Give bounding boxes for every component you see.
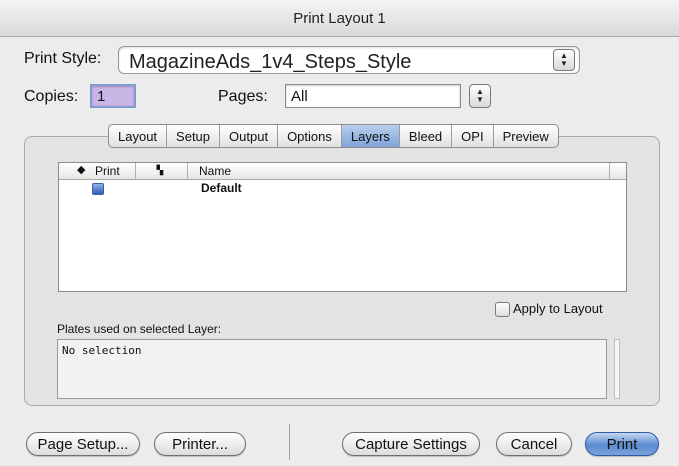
cancel-button[interactable]: Cancel — [496, 432, 572, 456]
plates-label: Plates used on selected Layer: — [57, 322, 222, 336]
print-style-value: MagazineAds_1v4_Steps_Style — [129, 51, 412, 73]
tab-opi[interactable]: OPI — [452, 125, 494, 147]
printer-button[interactable]: Printer... — [154, 432, 246, 456]
column-print[interactable]: Print — [95, 164, 120, 178]
tab-options[interactable]: Options — [278, 125, 342, 147]
cancel-label: Cancel — [510, 435, 558, 453]
tab-label: Output — [229, 128, 269, 144]
printer-label: Printer... — [172, 435, 228, 453]
tab-label: Layout — [118, 128, 158, 144]
column-divider — [135, 163, 136, 179]
tab-layout[interactable]: Layout — [109, 125, 168, 147]
page-setup-label: Page Setup... — [37, 435, 129, 453]
sort-arrows-icon[interactable]: ◆ — [77, 163, 85, 176]
column-divider — [609, 163, 610, 179]
copies-value: 1 — [97, 87, 106, 105]
window-titlebar: Print Layout 1 — [0, 0, 679, 37]
capture-settings-button[interactable]: Capture Settings — [342, 432, 480, 456]
column-divider — [187, 163, 188, 179]
pages-label: Pages: — [218, 88, 268, 105]
print-style-arrows-icon: ▲ ▼ — [553, 49, 575, 71]
tab-setup[interactable]: Setup — [167, 125, 221, 147]
tab-label: Layers — [350, 128, 390, 144]
pages-value: All — [291, 87, 308, 105]
tab-label: Options — [287, 128, 332, 144]
layer-name[interactable]: Default — [201, 181, 242, 195]
tab-output[interactable]: Output — [220, 125, 279, 147]
apply-to-layout-label: Apply to Layout — [513, 301, 603, 316]
layers-table-header: ◆ Print ▝▖ Name — [59, 163, 626, 180]
button-divider — [289, 424, 290, 460]
tab-label: Setup — [176, 128, 211, 144]
layer-print-checkbox[interactable] — [92, 183, 104, 195]
plates-scrollbar[interactable] — [614, 339, 620, 399]
print-style-label: Print Style: — [24, 50, 102, 67]
pages-field[interactable]: All — [285, 84, 461, 108]
copies-field[interactable]: 1 — [90, 84, 136, 108]
column-name[interactable]: Name — [199, 164, 231, 178]
print-label: Print — [606, 435, 638, 453]
tab-label: Preview — [502, 128, 549, 144]
keep-runaround-icon[interactable]: ▝▖ — [153, 165, 167, 176]
capture-settings-label: Capture Settings — [355, 435, 467, 453]
plates-list[interactable]: No selection — [57, 339, 607, 399]
layers-table[interactable]: ◆ Print ▝▖ Name Default — [58, 162, 627, 292]
plates-value: No selection — [62, 344, 142, 357]
tab-bar: Layout Setup Output Options Layers Bleed… — [108, 124, 559, 148]
tab-label: OPI — [461, 128, 484, 144]
print-button[interactable]: Print — [585, 432, 659, 456]
tab-layers[interactable]: Layers — [341, 125, 400, 147]
copies-label: Copies: — [24, 88, 79, 105]
tab-label: Bleed — [408, 128, 443, 144]
pages-arrows-icon[interactable]: ▲ ▼ — [469, 84, 491, 108]
window-title: Print Layout 1 — [293, 9, 386, 27]
print-style-popup[interactable]: MagazineAds_1v4_Steps_Style ▲ ▼ — [118, 46, 580, 74]
apply-to-layout-checkbox[interactable] — [495, 302, 510, 317]
tab-bleed[interactable]: Bleed — [400, 125, 453, 147]
tab-preview[interactable]: Preview — [494, 125, 558, 147]
page-setup-button[interactable]: Page Setup... — [26, 432, 140, 456]
